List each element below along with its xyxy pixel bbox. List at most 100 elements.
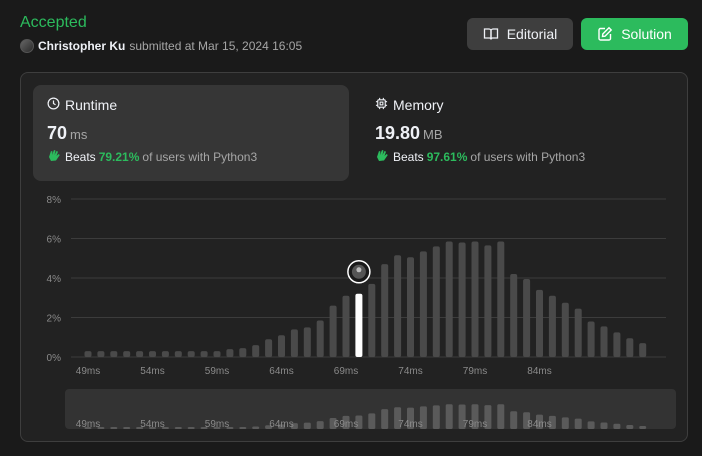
memory-beats-label: Beats xyxy=(393,149,424,164)
x-tick-label: 84ms xyxy=(527,366,551,377)
mini-bar xyxy=(368,413,376,429)
x-tick-label: 49ms xyxy=(76,366,100,377)
result-panel: Runtime 70 ms Beats 79.21% of users with … xyxy=(20,72,688,442)
mini-bar xyxy=(587,421,595,429)
chart-x-ticks: 49ms 54ms 59ms 64ms 69ms 74ms 79ms 84ms xyxy=(76,366,552,377)
chart-bar xyxy=(110,351,118,357)
chart-user-marker xyxy=(347,260,371,284)
chart-bar xyxy=(639,343,647,357)
chart-bar xyxy=(303,327,311,357)
mini-x-tick-label: 54ms xyxy=(140,419,164,430)
chip-icon xyxy=(375,97,388,113)
chart-bar xyxy=(484,245,492,357)
y-tick-label: 4% xyxy=(47,274,62,285)
mini-x-tick-label: 79ms xyxy=(463,419,487,430)
editorial-button[interactable]: Editorial xyxy=(467,18,573,50)
chart-y-ticks: 0% 2% 4% 6% 8% xyxy=(47,195,62,364)
x-tick-label: 59ms xyxy=(205,366,229,377)
chart-bar xyxy=(97,351,105,357)
chart-bar xyxy=(226,349,234,357)
mini-bar xyxy=(239,427,247,429)
submission-status: Accepted xyxy=(20,14,87,31)
runtime-beats-percent: 79.21% xyxy=(98,149,140,164)
mini-x-tick-label: 59ms xyxy=(205,419,229,430)
chart-svg: 0% 2% 4% 6% 8% 49ms 54ms 59ms 64ms 69ms 74ms 79ms 8… xyxy=(47,195,676,430)
chart-bar xyxy=(149,351,156,357)
x-tick-label: 79ms xyxy=(463,366,487,377)
book-icon xyxy=(483,26,499,42)
mini-bar xyxy=(123,427,131,429)
chart-bar xyxy=(239,348,247,357)
x-tick-label: 74ms xyxy=(398,366,422,377)
chart-bar xyxy=(200,351,208,357)
username-link[interactable]: Christopher Ku xyxy=(38,39,125,53)
memory-card[interactable]: Memory 19.80 MB Beats 97.61% of users wit… xyxy=(361,85,677,181)
mini-x-tick-label: 84ms xyxy=(527,419,551,430)
solution-label: Solution xyxy=(621,26,672,42)
mini-bar xyxy=(445,404,453,429)
mini-bar xyxy=(187,427,195,429)
chart-bar xyxy=(407,257,414,357)
memory-value: 19.80 xyxy=(375,123,421,143)
runtime-distribution-chart: 0% 2% 4% 6% 8% 49ms 54ms 59ms 64ms 69ms 74ms 79ms 8… xyxy=(21,183,689,443)
runtime-card[interactable]: Runtime 70 ms Beats 79.21% of users with … xyxy=(33,85,349,181)
y-tick-label: 2% xyxy=(47,314,62,325)
chart-bar xyxy=(252,345,260,357)
chart-bar xyxy=(445,241,453,357)
chart-bar xyxy=(394,255,402,357)
chart-bar xyxy=(174,351,182,357)
memory-beats-suffix: of users with Python3 xyxy=(470,149,586,164)
chart-bar xyxy=(278,335,285,357)
clock-icon xyxy=(47,97,60,113)
mini-bar xyxy=(174,427,182,429)
mini-bar xyxy=(639,426,647,429)
chart-bar xyxy=(419,251,427,357)
mini-bar xyxy=(626,424,634,429)
chart-bar xyxy=(600,326,608,357)
x-tick-label: 54ms xyxy=(140,366,164,377)
submission-meta: Christopher Ku submitted at Mar 15, 2024… xyxy=(20,39,302,53)
solution-button[interactable]: Solution xyxy=(581,18,688,50)
runtime-value: 70 xyxy=(47,123,68,143)
chart-bar xyxy=(84,351,92,357)
chart-bar xyxy=(213,351,221,357)
user-marker-avatar-head xyxy=(356,267,362,273)
mini-bar xyxy=(600,422,608,429)
x-tick-label: 69ms xyxy=(334,366,358,377)
mini-bar xyxy=(432,405,440,429)
chart-bar xyxy=(536,289,543,357)
chart-bar xyxy=(497,241,505,357)
runtime-beats-label: Beats xyxy=(65,149,96,164)
chart-bar xyxy=(432,246,440,357)
mini-bar xyxy=(497,404,505,429)
chart-bar-highlighted xyxy=(355,293,363,357)
mini-bar xyxy=(316,421,324,429)
chart-bar xyxy=(381,264,389,357)
user-avatar[interactable] xyxy=(20,39,34,53)
mini-x-tick-label: 69ms xyxy=(334,419,358,430)
beats-hands-icon xyxy=(375,148,390,165)
chart-bar xyxy=(561,302,569,357)
chart-bar xyxy=(342,295,350,357)
x-tick-label: 64ms xyxy=(269,366,293,377)
y-tick-label: 8% xyxy=(47,195,62,206)
chart-bar xyxy=(187,351,195,357)
chart-bar xyxy=(626,338,634,357)
chart-bar xyxy=(458,242,466,357)
mini-bar xyxy=(381,409,389,429)
chart-bar xyxy=(123,351,131,357)
chart-bar xyxy=(368,283,376,357)
chart-bars xyxy=(84,241,647,357)
mini-bar xyxy=(510,411,518,429)
runtime-beats-suffix: of users with Python3 xyxy=(142,149,258,164)
memory-title: Memory xyxy=(393,97,444,113)
chart-bar xyxy=(265,339,273,357)
editorial-label: Editorial xyxy=(506,26,558,42)
runtime-title: Runtime xyxy=(65,97,118,113)
chart-bar xyxy=(290,329,298,357)
mini-bar xyxy=(561,417,569,429)
chart-bar xyxy=(587,321,595,357)
y-tick-label: 0% xyxy=(47,353,62,364)
mini-bar xyxy=(252,426,260,429)
memory-beats-percent: 97.61% xyxy=(426,149,468,164)
